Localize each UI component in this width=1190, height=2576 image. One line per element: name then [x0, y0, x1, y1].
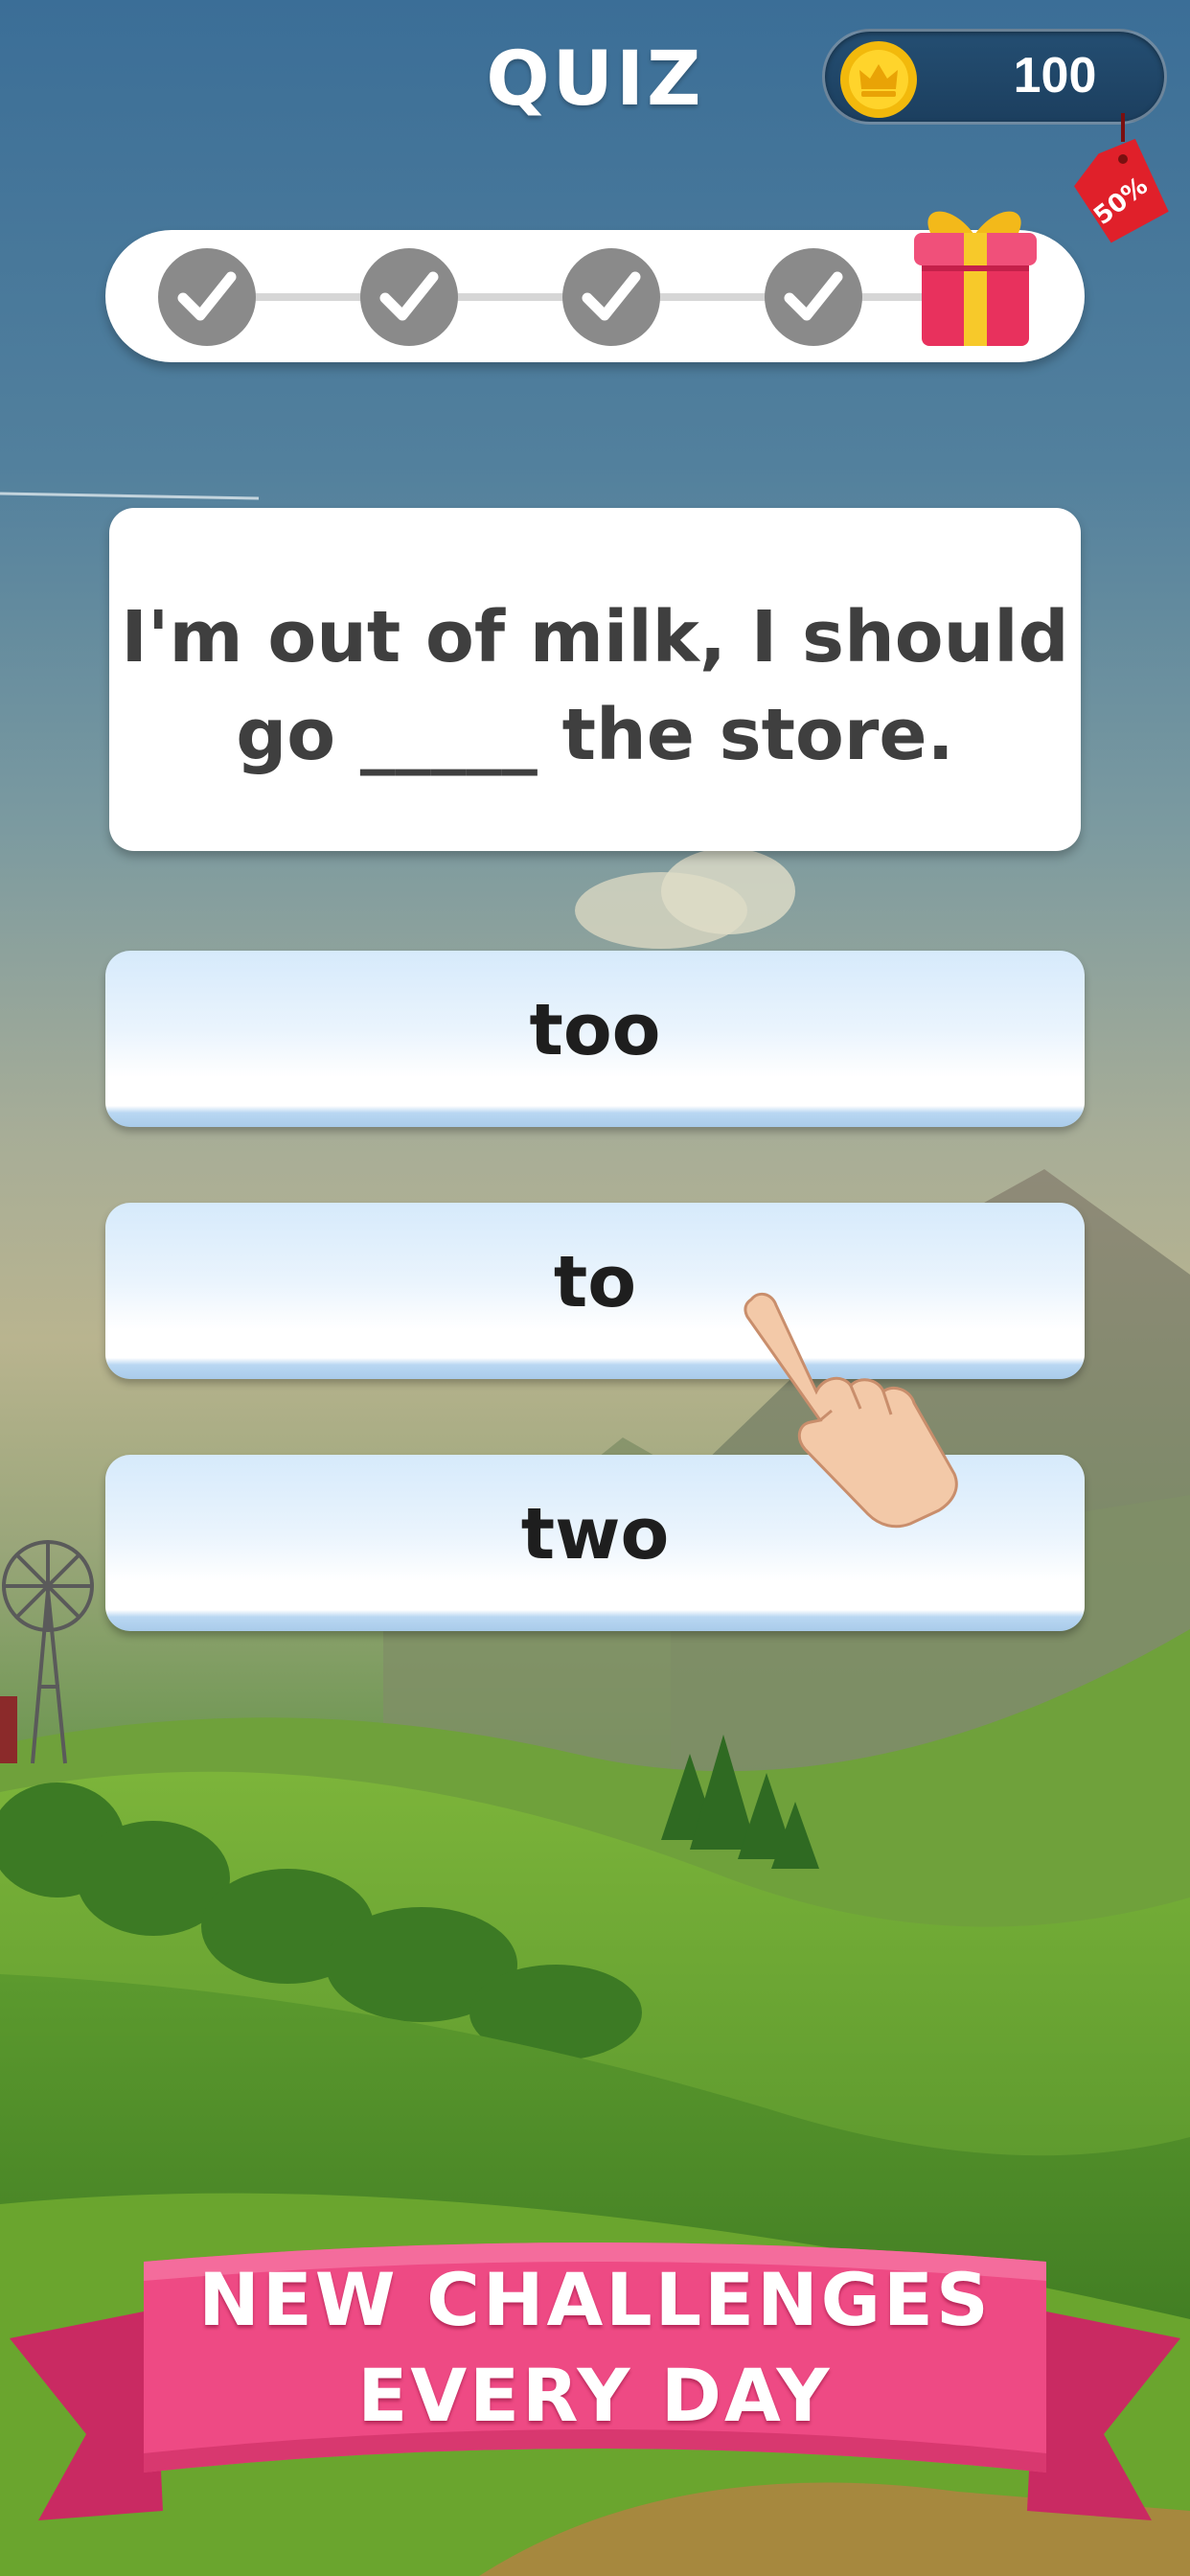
- checkmark-icon: [582, 271, 641, 321]
- answer-label: too: [529, 989, 661, 1071]
- question-text-line-2: go _____ the store.: [236, 694, 954, 776]
- question-text-line-1: I'm out of milk, I should: [121, 596, 1069, 678]
- coin-count: 100: [1013, 48, 1097, 104]
- progress-step-2: [360, 248, 458, 346]
- checkmark-icon: [379, 271, 439, 321]
- answer-option-1[interactable]: too: [105, 951, 1085, 1127]
- question-card: I'm out of milk, I should go _____ the s…: [109, 508, 1081, 851]
- checkmark-icon: [784, 271, 843, 321]
- gift-icon[interactable]: [903, 196, 1046, 350]
- progress-step-4: [765, 248, 862, 346]
- progress-step-3: [562, 248, 660, 346]
- crown-coin-icon: [840, 41, 917, 118]
- progress-step-1: [158, 248, 256, 346]
- sale-tag[interactable]: 50%: [1065, 113, 1169, 247]
- coin-balance[interactable]: 100: [822, 29, 1167, 125]
- pointing-hand-icon: [744, 1292, 958, 1529]
- banner-text-line-1: NEW CHALLENGES: [198, 2257, 992, 2342]
- checkmark-icon: [177, 271, 237, 321]
- banner-text-line-2: EVERY DAY: [357, 2353, 833, 2438]
